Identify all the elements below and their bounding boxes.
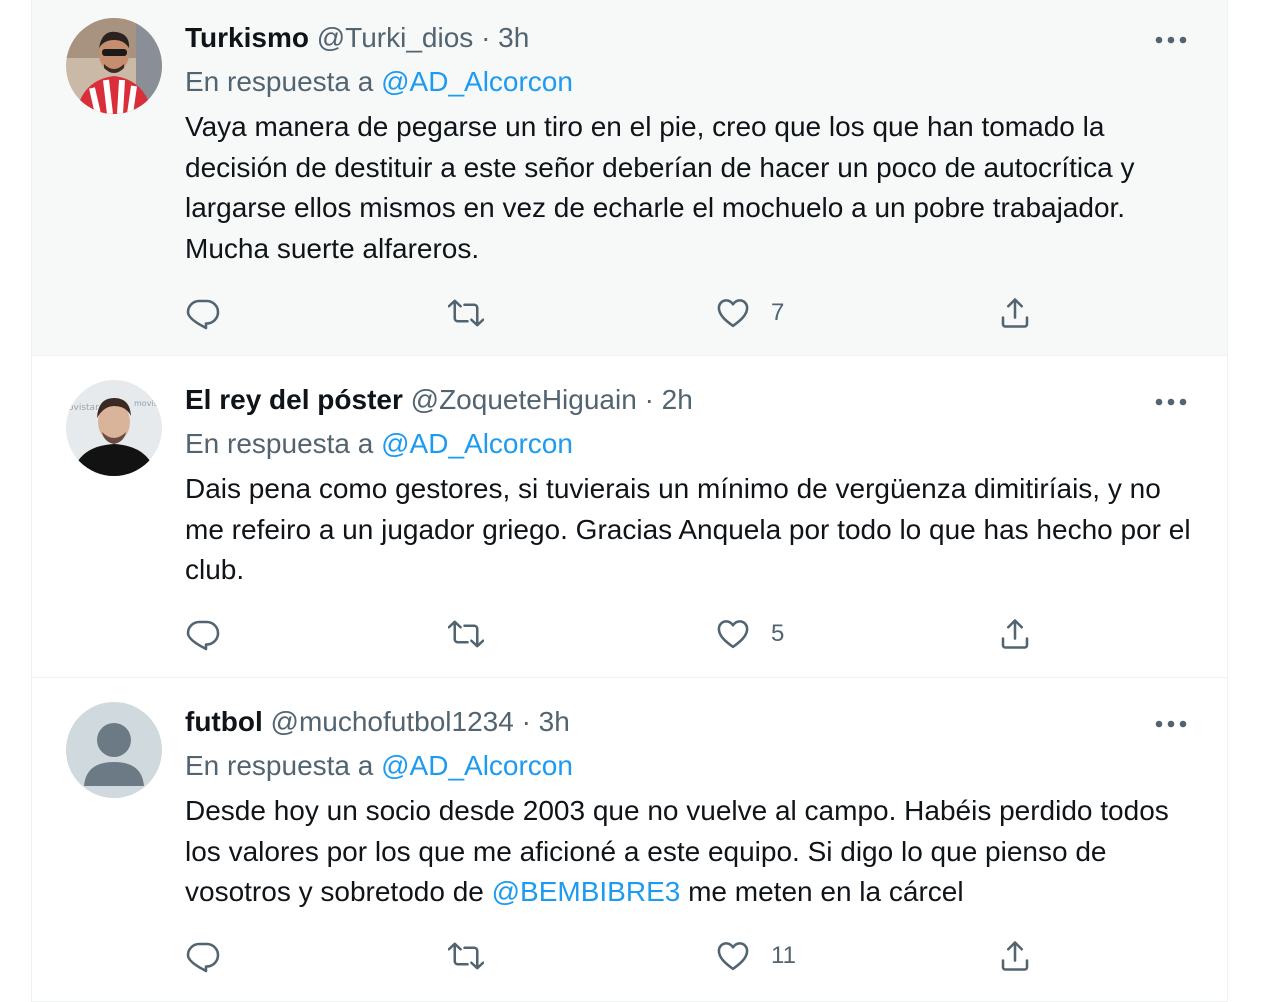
reply-icon [186, 299, 220, 330]
reply-prefix: En respuesta a [185, 66, 374, 97]
retweet-button[interactable] [448, 293, 484, 333]
reply-to-link[interactable]: @AD_Alcorcon [381, 750, 573, 781]
tweet[interactable]: futbol @muchofutbol1234 · 3h En respuest… [32, 678, 1227, 1002]
reply-to-link[interactable]: @AD_Alcorcon [381, 428, 573, 459]
reply-button[interactable] [185, 293, 221, 333]
tweet-text-part: me meten en la cárcel [680, 876, 964, 907]
tweet-timeline: Turkismo @Turki_dios · 3h En respuesta a… [31, 0, 1228, 1002]
author-handle[interactable]: @ZoqueteHiguain [411, 384, 637, 415]
tweet-actions: 7 [185, 293, 1045, 333]
avatar[interactable]: ovistar movist [66, 380, 162, 476]
separator-dot: · [481, 22, 491, 53]
heart-icon [717, 942, 749, 971]
tweet-header: Turkismo @Turki_dios · 3h [185, 21, 529, 55]
heart-icon [717, 299, 749, 328]
tweet-text: Dais pena como gestores, si tuvierais un… [185, 473, 1191, 585]
more-options-button[interactable] [1151, 392, 1191, 412]
reply-to-link[interactable]: @AD_Alcorcon [381, 66, 573, 97]
tweet-timestamp[interactable]: 2h [662, 384, 693, 415]
avatar[interactable] [66, 18, 162, 114]
more-icon [1155, 720, 1187, 728]
tweet[interactable]: Turkismo @Turki_dios · 3h En respuesta a… [32, 0, 1227, 356]
svg-text:movist: movist [134, 399, 161, 408]
reply-prefix: En respuesta a [185, 750, 374, 781]
like-button[interactable]: 11 [715, 936, 796, 976]
retweet-icon [448, 620, 484, 648]
like-count: 5 [771, 620, 785, 647]
share-button[interactable] [997, 614, 1033, 654]
tweet-text: Desde hoy un socio desde 2003 que no vue… [185, 791, 1195, 913]
share-button[interactable] [997, 936, 1033, 976]
tweet-header: El rey del póster @ZoqueteHiguain · 2h [185, 383, 693, 417]
retweet-icon [448, 299, 484, 327]
tweet-header: futbol @muchofutbol1234 · 3h [185, 705, 570, 739]
tweet[interactable]: ovistar movist El rey del póster @Zoquet… [32, 356, 1227, 678]
more-icon [1155, 398, 1187, 406]
tweet-actions: 5 [185, 614, 1045, 654]
tweet-timestamp[interactable]: 3h [539, 706, 570, 737]
like-count: 11 [771, 942, 796, 969]
author-name[interactable]: El rey del póster [185, 384, 403, 415]
reply-button[interactable] [185, 614, 221, 654]
like-button[interactable]: 7 [715, 293, 784, 333]
more-options-button[interactable] [1151, 714, 1191, 734]
author-name[interactable]: futbol [185, 706, 263, 737]
share-button[interactable] [997, 293, 1033, 333]
reply-prefix: En respuesta a [185, 428, 374, 459]
more-options-button[interactable] [1151, 30, 1191, 50]
tweet-timestamp[interactable]: 3h [498, 22, 529, 53]
like-count: 7 [771, 299, 785, 326]
reply-icon [186, 942, 220, 973]
svg-text:ovistar: ovistar [68, 403, 99, 413]
separator-dot: · [644, 384, 654, 415]
reply-context: En respuesta a @AD_Alcorcon [185, 427, 573, 461]
author-handle[interactable]: @muchofutbol1234 [271, 706, 514, 737]
avatar[interactable] [66, 702, 162, 798]
reply-icon [186, 620, 220, 651]
tweet-text: Vaya manera de pegarse un tiro en el pie… [185, 111, 1135, 264]
like-button[interactable]: 5 [715, 614, 784, 654]
reply-button[interactable] [185, 936, 221, 976]
share-icon [1001, 941, 1029, 971]
separator-dot: · [521, 706, 531, 737]
retweet-icon [448, 942, 484, 970]
share-icon [1001, 619, 1029, 649]
retweet-button[interactable] [448, 936, 484, 976]
tweet-actions: 11 [185, 936, 1045, 976]
share-icon [1001, 298, 1029, 328]
mention-link[interactable]: @BEMBIBRE3 [492, 876, 681, 907]
reply-context: En respuesta a @AD_Alcorcon [185, 749, 573, 783]
reply-context: En respuesta a @AD_Alcorcon [185, 65, 573, 99]
retweet-button[interactable] [448, 614, 484, 654]
more-icon [1155, 36, 1187, 44]
heart-icon [717, 620, 749, 649]
author-name[interactable]: Turkismo [185, 22, 309, 53]
author-handle[interactable]: @Turki_dios [317, 22, 474, 53]
